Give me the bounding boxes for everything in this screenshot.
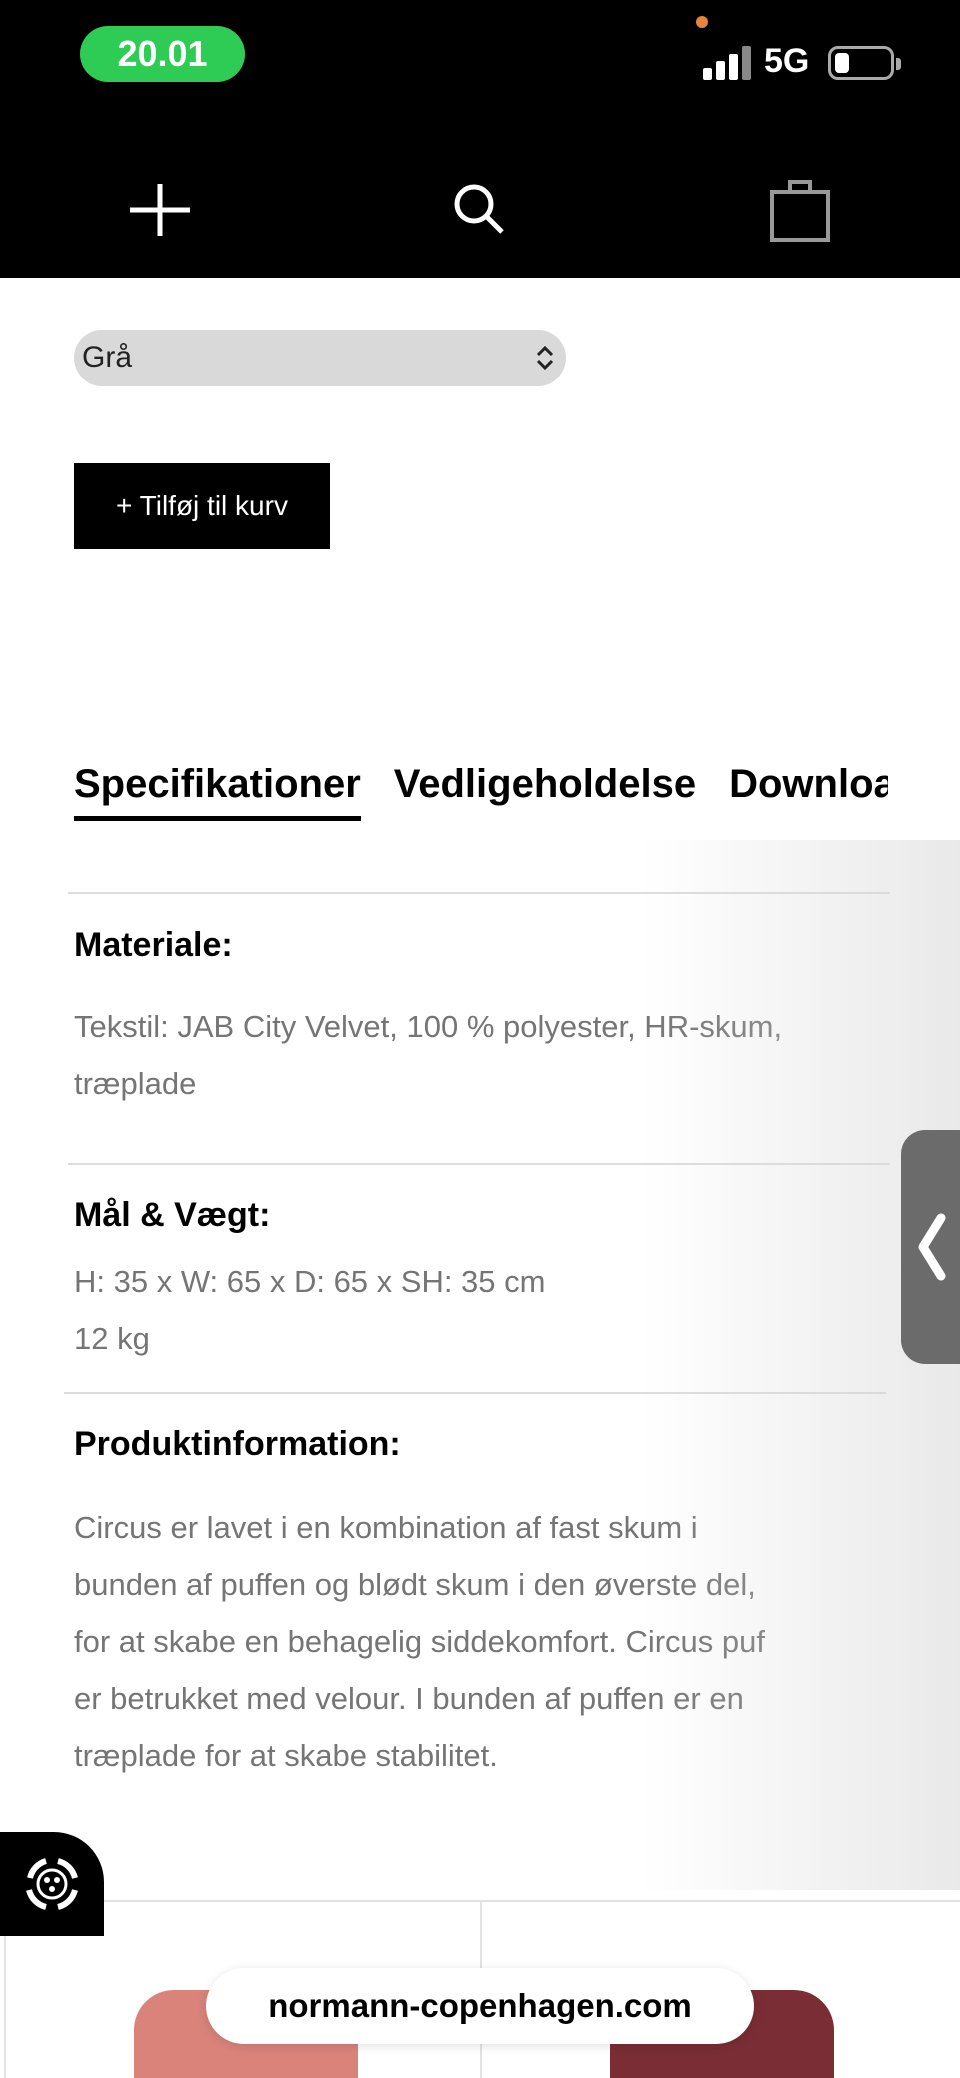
battery-icon [828,46,901,80]
material-text: Tekstil: JAB City Velvet, 100 % polyeste… [74,998,894,1112]
add-to-cart-button[interactable]: + Tilføj til kurv [74,463,330,549]
material-line: træplade [74,1066,197,1101]
product-info-line: for at skabe en behagelig siddekomfort. … [74,1624,765,1659]
dimensions-text: H: 35 x W: 65 x D: 65 x SH: 35 cm 12 kg [74,1253,894,1367]
product-info-title: Produktinformation: [74,1425,401,1463]
dimensions-title: Mål & Vægt: [74,1196,271,1234]
product-info-text: Circus er lavet i en kombination af fast… [74,1499,894,1784]
menu-icon[interactable] [120,170,200,250]
browser-url-bar[interactable]: normann-copenhagen.com [206,1968,754,2044]
product-info-line: Circus er lavet i en kombination af fast… [74,1510,698,1545]
privacy-indicator-dot [696,16,708,28]
chevron-up-down-icon [536,345,554,371]
signal-strength-icon [703,46,751,80]
material-title: Materiale: [74,926,233,964]
status-bar: 20.01 5G [0,0,960,130]
side-panel-handle[interactable] [901,1130,960,1364]
accessibility-button[interactable] [0,1832,104,1936]
shopping-bag-icon[interactable] [760,170,840,250]
divider [64,1392,886,1394]
divider [68,1163,890,1165]
material-line: Tekstil: JAB City Velvet, 100 % polyeste… [74,1009,783,1044]
product-info-line: træplade for at skabe stabilitet. [74,1738,498,1773]
color-select[interactable]: Grå [74,330,566,386]
tab-care[interactable]: Vedligeholdelse [394,762,696,821]
dimensions-line: H: 35 x W: 65 x D: 65 x SH: 35 cm [74,1264,546,1299]
divider [68,892,890,894]
network-type: 5G [764,42,810,80]
product-info-line: bunden af puffen og blødt skum i den øve… [74,1567,756,1602]
product-info-line: er betrukket med velour. I bunden af puf… [74,1681,744,1716]
accessibility-icon [26,1858,78,1910]
color-select-value: Grå [82,341,133,374]
product-tabs: Specifikationer Vedligeholdelse Downloads [74,762,888,836]
status-time: 20.01 [80,26,245,82]
search-icon[interactable] [440,170,520,250]
tab-downloads[interactable]: Downloads [729,762,888,821]
site-header [0,130,960,278]
weight-line: 12 kg [74,1321,150,1356]
tab-specifications[interactable]: Specifikationer [74,762,361,821]
chevron-left-icon [918,1213,946,1281]
